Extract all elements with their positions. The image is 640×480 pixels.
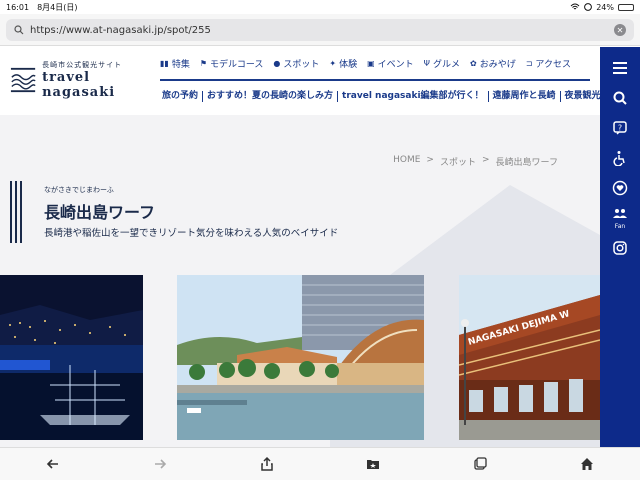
heart-circle-icon — [612, 180, 628, 196]
nav-item-spot[interactable]: ● スポット — [273, 57, 319, 70]
main-content: HOME > スポット > 長崎出島ワーフ ながさきでじまわーふ 長崎出島ワーフ… — [0, 115, 600, 447]
battery-percent: 24% — [596, 2, 614, 12]
page-subtitle: 長崎港や稲佐山を一望できリゾート気分を味わえる人気のベイサイド — [44, 228, 339, 239]
menu-button[interactable] — [600, 53, 640, 83]
page-title: 長崎出島ワーフ — [44, 203, 156, 222]
site-logo[interactable]: 長崎市公式観光サイト travel nagasaki — [10, 55, 160, 105]
nav-item-gourmet[interactable]: Ψ グルメ — [424, 57, 460, 70]
question-icon: ? — [613, 121, 627, 135]
fan-button[interactable]: Fan — [600, 203, 640, 233]
pin-icon: ● — [273, 58, 281, 68]
share-button[interactable] — [257, 454, 277, 474]
nav-divider — [160, 79, 590, 81]
title-reading: ながさきでじまわーふ — [44, 186, 114, 194]
gift-icon: ✿ — [469, 58, 477, 68]
breadcrumb-current: 長崎出島ワーフ — [495, 158, 558, 168]
fan-label: Fan — [614, 223, 626, 230]
search-icon — [14, 25, 24, 35]
nav-item-feature[interactable]: ▮▮ 特集 — [160, 57, 190, 70]
breadcrumb-separator: > — [481, 155, 490, 165]
arrow-left-icon — [47, 459, 59, 469]
search-button[interactable] — [600, 83, 640, 113]
wharf-sign-image: NAGASAKI DEJIMA W — [459, 275, 600, 440]
bookmark-folder-icon — [367, 460, 380, 469]
status-time: 16:01 — [6, 2, 30, 12]
nav-item-access[interactable]: ⊐ アクセス — [526, 57, 571, 70]
site-header: 長崎市公式観光サイト travel nagasaki ▮▮ 特集 ⚑ モデルコース … — [0, 47, 601, 115]
lock-rotation-icon — [584, 3, 593, 11]
share-icon — [260, 456, 273, 471]
nav-item-souvenir[interactable]: ✿ おみやげ — [470, 57, 516, 70]
home-icon — [580, 458, 593, 470]
forward-button[interactable] — [150, 454, 170, 474]
back-button[interactable] — [43, 454, 63, 474]
logo-subtitle: 長崎市公式観光サイト — [42, 61, 123, 69]
browser-bottom-toolbar — [0, 447, 640, 480]
tabs-icon — [474, 457, 487, 470]
wifi-icon — [570, 3, 580, 10]
right-sidebar: ? Fan — [600, 47, 640, 447]
search-icon — [613, 91, 627, 105]
hamburger-icon — [613, 62, 627, 74]
clear-url-icon[interactable]: ✕ — [614, 24, 626, 36]
nav2-item-summer[interactable]: おすすめ！夏の長崎の楽しみ方 — [203, 91, 339, 102]
bus-icon: ⊐ — [525, 58, 533, 68]
address-bar[interactable]: https://www.at-nagasaki.jp/spot/255 ✕ — [6, 19, 634, 41]
url-text: https://www.at-nagasaki.jp/spot/255 — [30, 24, 211, 36]
svg-text:?: ? — [618, 124, 622, 133]
title-decoration — [10, 181, 22, 243]
book-icon: ▮▮ — [160, 58, 169, 68]
flag-icon: ⚑ — [199, 58, 207, 68]
arrow-right-icon — [154, 459, 167, 469]
nav-item-experience[interactable]: ✦ 体験 — [329, 57, 357, 70]
battery-icon — [618, 3, 634, 11]
instagram-icon — [613, 241, 627, 255]
primary-nav: ▮▮ 特集 ⚑ モデルコース ● スポット ✦ 体験 ▣ イベント Ψ グルメ ✿ おみやげ … — [160, 55, 571, 71]
bookmarks-button[interactable] — [363, 454, 383, 474]
photo-wharf-day[interactable] — [177, 275, 424, 440]
favorites-button[interactable] — [600, 173, 640, 203]
breadcrumb-separator: > — [426, 155, 434, 165]
logo-title: travel nagasaki — [42, 70, 116, 100]
browser-toolbar: https://www.at-nagasaki.jp/spot/255 ✕ — [0, 14, 640, 46]
nav2-item-endo[interactable]: 遠藤周作と長崎 — [489, 91, 561, 102]
wharf-day-image — [177, 275, 424, 440]
night-harbor-image — [0, 275, 143, 440]
nav2-item-booking[interactable]: 旅の予約 — [160, 91, 204, 102]
status-bar: 16:01 8月4日(日) 24% — [0, 0, 640, 14]
secondary-nav: 旅の予約 おすすめ！夏の長崎の楽しみ方 travel nagasaki編集部が行… — [160, 91, 605, 102]
nav2-item-editorial[interactable]: travel nagasaki編集部が行く！ — [338, 91, 489, 102]
breadcrumb-spot[interactable]: スポット — [440, 155, 476, 168]
logo-mark-icon — [10, 67, 36, 93]
fork-icon: Ψ — [423, 58, 430, 68]
status-right: 24% — [570, 3, 634, 12]
photo-wharf-sign[interactable]: NAGASAKI DEJIMA W — [459, 275, 600, 440]
accessibility-button[interactable] — [600, 143, 640, 173]
breadcrumb-home[interactable]: HOME — [393, 155, 420, 168]
calendar-icon: ▣ — [367, 58, 375, 68]
tabs-button[interactable] — [470, 454, 490, 474]
faq-button[interactable]: ? — [600, 113, 640, 143]
status-date: 8月4日(日) — [37, 2, 78, 12]
breadcrumb: HOME > スポット > 長崎出島ワーフ — [393, 155, 558, 168]
wheelchair-icon — [613, 151, 625, 166]
nav2-item-night-view[interactable]: 夜景観光 — [561, 91, 605, 102]
nav-item-event[interactable]: ▣ イベント — [367, 57, 414, 70]
home-button[interactable] — [577, 454, 597, 474]
instagram-button[interactable] — [600, 233, 640, 263]
nav-item-model-course[interactable]: ⚑ モデルコース — [200, 57, 264, 70]
photo-night-harbor[interactable] — [0, 275, 143, 440]
people-icon — [613, 209, 627, 218]
star-icon: ✦ — [329, 58, 337, 68]
